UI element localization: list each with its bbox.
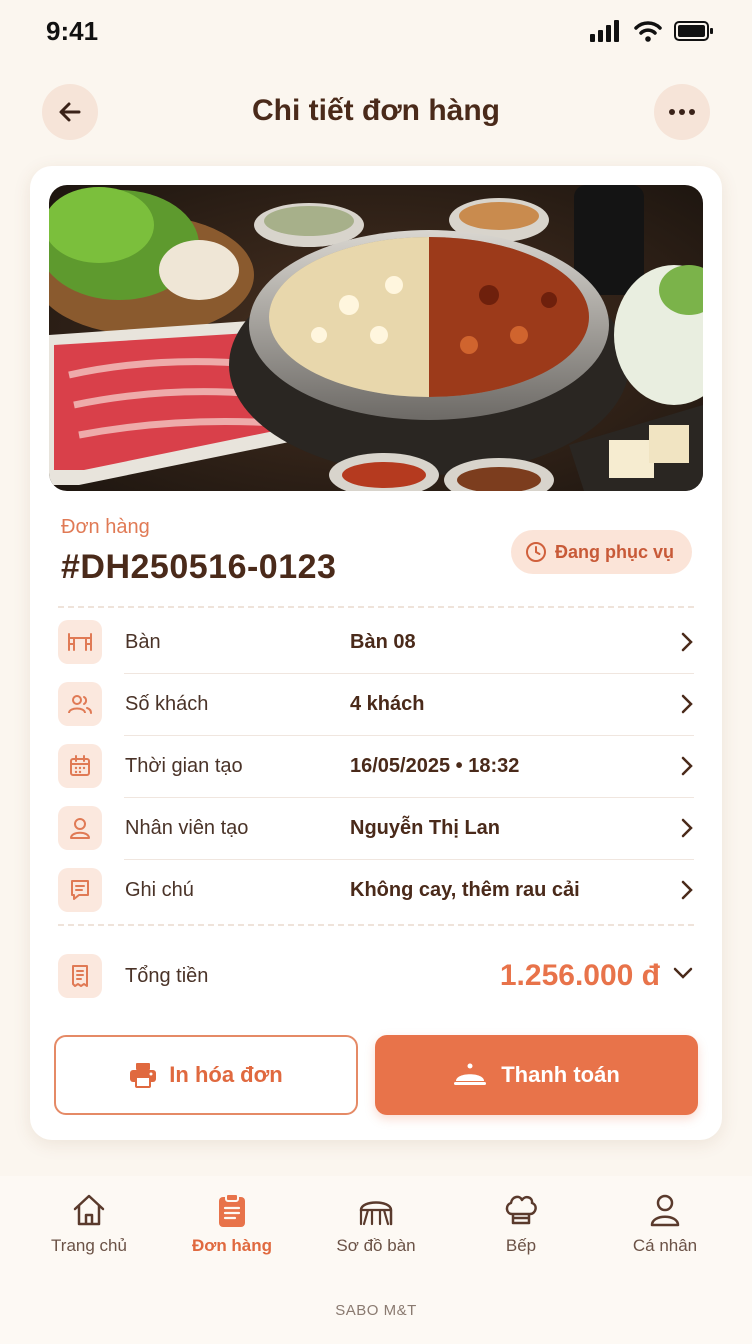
chevron-right-icon (681, 880, 693, 900)
nav-label: Sơ đồ bàn (336, 1236, 416, 1255)
header: Chi tiết đơn hàng (0, 84, 752, 140)
detail-row-guests[interactable]: Số khách 4 khách (58, 673, 694, 735)
page-title: Chi tiết đơn hàng (252, 94, 500, 127)
status-text: Đang phục vụ (554, 541, 674, 562)
wifi-icon (634, 21, 662, 42)
guests-icon (58, 682, 102, 726)
status-time: 9:41 (46, 16, 99, 46)
detail-label: Thời gian tạo (125, 754, 243, 777)
floor-plan-icon (359, 1201, 393, 1226)
home-icon (73, 1194, 105, 1226)
order-card: Đơn hàng #DH250516-0123 Đang phục vụ Bàn… (30, 166, 722, 1140)
payment-label: Thanh toán (501, 1062, 620, 1087)
receipt-icon (58, 954, 102, 998)
total-value: 1.256.000 đ (499, 959, 660, 992)
nav-label: Đơn hàng (191, 1236, 273, 1255)
print-invoice-button[interactable]: In hóa đơn (54, 1035, 358, 1115)
detail-label: Bàn (125, 630, 161, 653)
nav-label: Bếp (505, 1236, 537, 1255)
detail-value: 4 khách (350, 692, 425, 715)
detail-label: Ghi chú (125, 878, 194, 901)
total-row[interactable]: Tổng tiền 1.256.000 đ (58, 952, 694, 1000)
detail-label: Nhân viên tạo (125, 816, 249, 839)
detail-row-table[interactable]: Bàn Bàn 08 (58, 611, 694, 673)
total-label: Tổng tiền (125, 964, 209, 987)
signal-icon (590, 20, 619, 42)
nav-item-profile[interactable]: Cá nhân (595, 1192, 735, 1256)
detail-row-note[interactable]: Ghi chú Không cay, thêm rau cải (58, 859, 694, 921)
status-icons (590, 20, 714, 42)
detail-row-created-time[interactable]: Thời gian tạo 16/05/2025 • 18:32 (58, 735, 694, 797)
serving-cloche-icon (454, 1063, 487, 1085)
nav-item-floor-plan[interactable]: Sơ đồ bàn (306, 1192, 446, 1256)
status-badge: Đang phục vụ (510, 530, 692, 574)
nav-item-orders[interactable]: Đơn hàng (162, 1192, 302, 1256)
detail-value: Nguyễn Thị Lan (350, 816, 500, 839)
order-details: Bàn Bàn 08 Số khách 4 khách Thời gian tạ… (58, 611, 694, 921)
nav-label: Trang chủ (51, 1236, 127, 1255)
printer-icon (130, 1063, 157, 1088)
chevron-right-icon (681, 756, 693, 776)
detail-label: Số khách (125, 692, 209, 715)
brand-footer: SABO M&T (335, 1302, 417, 1319)
more-options-button[interactable] (654, 84, 710, 140)
chevron-down-icon (673, 967, 693, 979)
chef-hat-icon (505, 1195, 537, 1225)
table-icon (58, 620, 102, 664)
nav-item-kitchen[interactable]: Bếp (451, 1192, 591, 1256)
detail-value: Bàn 08 (350, 630, 416, 653)
nav-item-home[interactable]: Trang chủ (19, 1192, 159, 1256)
calendar-icon (58, 744, 102, 788)
clock-icon (525, 542, 546, 562)
chevron-right-icon (681, 632, 693, 652)
more-dots-icon (669, 109, 695, 115)
hotpot-photo (49, 185, 703, 491)
print-invoice-label: In hóa đơn (169, 1062, 283, 1087)
detail-value: Không cay, thêm rau cải (350, 878, 580, 901)
divider (58, 606, 694, 608)
order-id: #DH250516-0123 (61, 548, 337, 586)
order-caption: Đơn hàng (61, 516, 150, 538)
divider (58, 924, 694, 926)
payment-button[interactable]: Thanh toán (375, 1035, 698, 1115)
chevron-right-icon (681, 694, 693, 714)
user-icon (58, 806, 102, 850)
clipboard-icon (219, 1193, 245, 1227)
profile-icon (650, 1194, 680, 1227)
detail-value: 16/05/2025 • 18:32 (350, 754, 520, 777)
note-icon (58, 868, 102, 912)
chevron-right-icon (681, 818, 693, 838)
bottom-nav: Trang chủ Đơn hàng Sơ đồ bàn Bếp Cá nhân… (0, 1176, 752, 1344)
detail-row-staff[interactable]: Nhân viên tạo Nguyễn Thị Lan (58, 797, 694, 859)
battery-icon (674, 21, 713, 41)
nav-label: Cá nhân (632, 1236, 698, 1255)
status-bar: 9:41 (0, 0, 752, 64)
